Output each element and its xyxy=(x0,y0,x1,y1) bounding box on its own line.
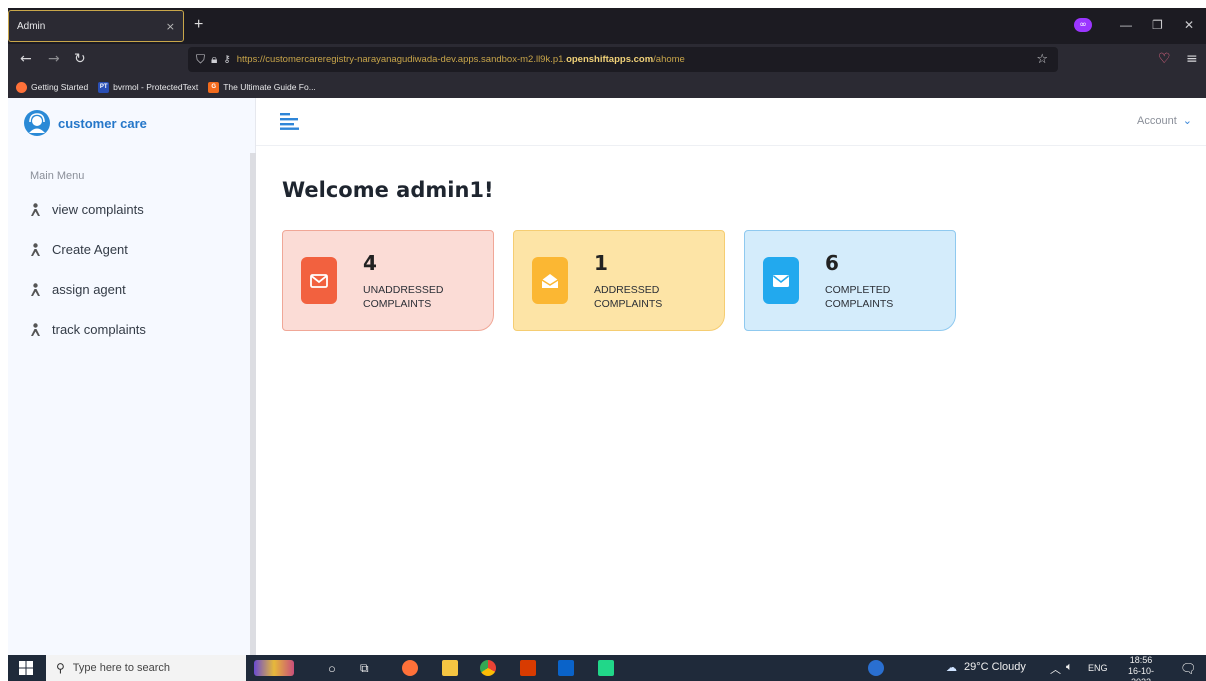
account-dropdown[interactable]: Account ⌄ xyxy=(1137,114,1192,128)
pt-icon: PT xyxy=(98,81,110,93)
sidebar: customer care Main Menu view complaints … xyxy=(8,98,256,655)
new-tab-button[interactable]: + xyxy=(194,16,203,34)
bookmark-label: bvrmol - ProtectedText xyxy=(113,82,199,92)
person-icon xyxy=(31,243,40,256)
close-tab-icon[interactable]: × xyxy=(166,20,175,33)
url-prefix: https://customercareregistry-narayanagud… xyxy=(236,54,567,65)
card-label: COMPLETED COMPLAINTS xyxy=(825,284,894,310)
card-label: ADDRESSED COMPLAINTS xyxy=(594,284,663,310)
app-logo[interactable]: customer care xyxy=(24,110,147,136)
lock-icon[interactable]: 🔒︎ xyxy=(211,52,217,67)
weather-text[interactable]: 29°C Cloudy xyxy=(964,661,1026,673)
reload-icon[interactable]: ↻ xyxy=(74,51,86,67)
sidebar-scrollbar[interactable] xyxy=(250,153,256,655)
tab-admin[interactable]: Admin × xyxy=(8,10,184,42)
bookmarks-bar: Getting Started PT bvrmol - ProtectedTex… xyxy=(8,76,1206,98)
app-menu-icon[interactable]: ≡ xyxy=(1186,51,1198,67)
card-count: 4 xyxy=(363,251,377,275)
private-mask-icon: ∞ xyxy=(1074,18,1092,32)
minimize-icon[interactable]: — xyxy=(1120,18,1132,32)
envelope-icon xyxy=(301,257,337,304)
screen: Admin × + ∞ — ❐ ✕ ← → ↻ ⛉ 🔒︎ ⚷ https://c… xyxy=(8,8,1206,681)
pocket-icon[interactable]: ♡ xyxy=(1158,51,1171,67)
bookmark-getting-started[interactable]: Getting Started xyxy=(16,81,89,93)
menu-item-label: assign agent xyxy=(52,282,126,297)
office-icon[interactable] xyxy=(520,660,536,676)
envelope-open-icon xyxy=(532,257,568,304)
cloud-icon: ☁ xyxy=(946,662,957,674)
completed-complaints-card[interactable]: 6 COMPLETED COMPLAINTS xyxy=(744,230,956,331)
card-count: 6 xyxy=(825,251,839,275)
taskbar-search[interactable]: ⚲ Type here to search xyxy=(46,655,246,681)
language-indicator[interactable]: ENG xyxy=(1088,663,1108,673)
menu-heading: Main Menu xyxy=(30,170,85,182)
url-text: https://customercareregistry-narayanagud… xyxy=(237,54,685,65)
chevron-up-icon[interactable]: ︿ xyxy=(1050,661,1061,677)
sidebar-item-view-complaints[interactable]: view complaints xyxy=(30,202,144,217)
unaddressed-complaints-card[interactable]: 4 UNADDRESSED COMPLAINTS xyxy=(282,230,494,331)
account-label: Account xyxy=(1137,114,1177,127)
cortana-icon[interactable]: ○ xyxy=(328,661,336,676)
widgets-graphic-icon[interactable] xyxy=(254,660,294,676)
person-icon xyxy=(31,283,40,296)
bookmark-ultimate-guide[interactable]: G The Ultimate Guide Fo... xyxy=(208,81,316,93)
close-window-icon[interactable]: ✕ xyxy=(1184,18,1194,32)
menu-item-label: track complaints xyxy=(52,322,146,337)
bookmark-protectedtext[interactable]: PT bvrmol - ProtectedText xyxy=(98,81,199,93)
clock-time: 18:56 xyxy=(1129,655,1153,665)
card-count: 1 xyxy=(594,251,608,275)
url-suffix: /ahome xyxy=(653,54,685,65)
clock[interactable]: 18:56 16-10-2022 xyxy=(1118,655,1164,681)
url-domain: openshiftapps.com xyxy=(566,54,654,65)
sidebar-item-create-agent[interactable]: Create Agent xyxy=(30,242,128,257)
windows-start-icon[interactable] xyxy=(18,660,34,676)
help-icon[interactable] xyxy=(868,660,884,676)
search-placeholder: Type here to search xyxy=(72,662,171,674)
sidebar-item-track-complaints[interactable]: track complaints xyxy=(30,322,146,337)
chevron-down-icon: ⌄ xyxy=(1182,115,1192,127)
back-icon[interactable]: ← xyxy=(20,51,32,67)
key-icon[interactable]: ⚷ xyxy=(223,54,230,65)
menu-item-label: view complaints xyxy=(52,202,144,217)
clock-date: 16-10-2022 xyxy=(1127,666,1154,681)
search-icon: ⚲ xyxy=(56,661,65,675)
logo-text: customer care xyxy=(58,115,147,131)
addressed-complaints-card[interactable]: 1 ADDRESSED COMPLAINTS xyxy=(513,230,725,331)
person-icon xyxy=(31,203,40,216)
store-icon[interactable] xyxy=(558,660,574,676)
task-view-icon[interactable]: ⧉ xyxy=(360,661,369,676)
forward-icon[interactable]: → xyxy=(48,51,60,67)
firefox-icon xyxy=(16,81,27,93)
hamburger-menu-icon[interactable] xyxy=(280,112,300,130)
chrome-icon[interactable] xyxy=(480,660,496,676)
card-label: UNADDRESSED COMPLAINTS xyxy=(363,284,444,310)
bookmark-label: Getting Started xyxy=(31,82,89,92)
restore-icon[interactable]: ❐ xyxy=(1152,18,1163,32)
tab-title: Admin xyxy=(17,20,46,32)
url-bar[interactable]: ⛉ 🔒︎ ⚷ https://customercareregistry-nara… xyxy=(188,47,1058,72)
bookmark-label: The Ultimate Guide Fo... xyxy=(223,82,316,92)
shield-icon[interactable]: ⛉ xyxy=(196,52,205,67)
page-title: Welcome admin1! xyxy=(282,178,494,202)
top-header: Account ⌄ xyxy=(256,98,1206,146)
web-page: customer care Main Menu view complaints … xyxy=(8,98,1206,655)
menu-item-label: Create Agent xyxy=(52,242,128,257)
volume-icon[interactable]: 🔈︎ xyxy=(1066,661,1073,674)
notifications-icon[interactable]: 🗨︎ xyxy=(1180,661,1197,677)
firefox-taskbar-icon[interactable] xyxy=(402,660,418,676)
navigation-toolbar: ← → ↻ ⛉ 🔒︎ ⚷ https://customercareregistr… xyxy=(8,44,1206,76)
tab-bar: Admin × + ∞ — ❐ ✕ xyxy=(8,8,1206,44)
support-agent-icon xyxy=(24,110,50,136)
envelope-icon xyxy=(763,257,799,304)
windows-taskbar: ⚲ Type here to search ○ ⧉ ☁ 29°C Cloudy … xyxy=(8,655,1206,681)
guide-icon: G xyxy=(208,81,220,93)
file-explorer-icon[interactable] xyxy=(442,660,458,676)
pycharm-icon[interactable] xyxy=(598,660,614,676)
person-icon xyxy=(31,323,40,336)
bookmark-star-icon[interactable]: ☆ xyxy=(1036,52,1048,67)
sidebar-item-assign-agent[interactable]: assign agent xyxy=(30,282,126,297)
